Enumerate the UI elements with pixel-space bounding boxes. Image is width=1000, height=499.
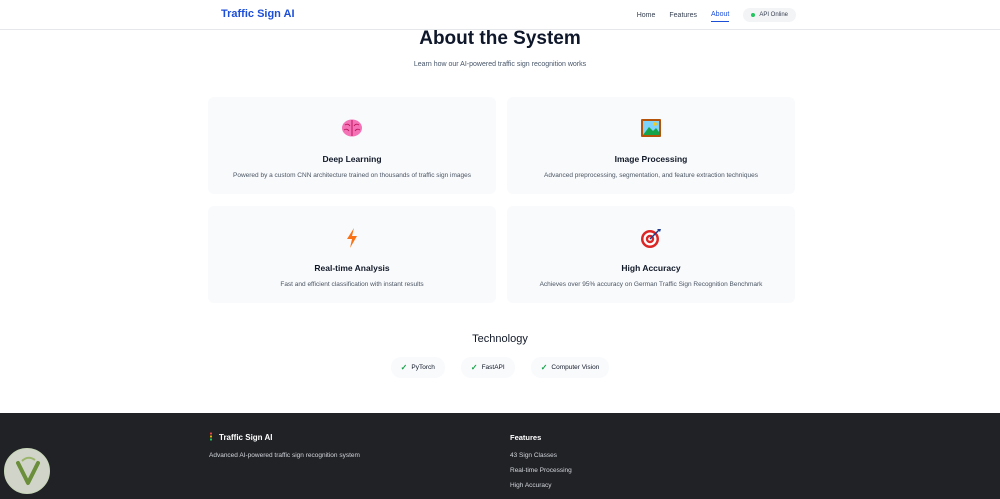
- footer-features-list: 43 Sign Classes Real-time Processing Hig…: [510, 452, 572, 497]
- brain-icon: [208, 118, 496, 140]
- lightning-icon: [208, 227, 496, 249]
- nav-home[interactable]: Home: [637, 9, 656, 22]
- target-icon: [507, 227, 795, 249]
- tech-badge-label: FastAPI: [481, 364, 505, 371]
- technology-badges: ✓ PyTorch ✓ FastAPI ✓ Computer Vision: [0, 357, 1000, 378]
- tech-badge-computer-vision: ✓ Computer Vision: [530, 357, 610, 378]
- feature-card-high-accuracy: High Accuracy Achieves over 95% accuracy…: [507, 206, 795, 303]
- card-description: Achieves over 95% accuracy on German Tra…: [539, 281, 763, 288]
- status-dot-icon: [751, 13, 756, 17]
- feature-card-image-processing: Image Processing Advanced preprocessing,…: [507, 97, 795, 194]
- feature-card-deep-learning: Deep Learning Powered by a custom CNN ar…: [208, 97, 496, 194]
- check-icon: ✓: [540, 363, 548, 372]
- nav-menu: Home Features About API Online: [623, 5, 796, 25]
- top-navbar: Traffic Sign AI Home Features About API …: [0, 0, 1000, 30]
- api-status-badge: API Online: [743, 8, 796, 22]
- traffic-light-icon: [209, 432, 213, 443]
- card-title: Deep Learning: [322, 154, 382, 164]
- nav-about[interactable]: About: [711, 8, 730, 22]
- feature-card-realtime-analysis: Real-time Analysis Fast and efficient cl…: [208, 206, 496, 303]
- tech-badge-label: Computer Vision: [551, 364, 600, 371]
- card-description: Fast and efficient classification with i…: [280, 281, 424, 288]
- picture-icon: [507, 118, 795, 140]
- footer-feature-item[interactable]: High Accuracy: [510, 482, 572, 497]
- api-status-label: API Online: [759, 12, 788, 18]
- nav-features[interactable]: Features: [669, 9, 697, 22]
- footer-description: Advanced AI-powered traffic sign recogni…: [209, 452, 360, 459]
- card-title: High Accuracy: [621, 263, 681, 273]
- card-title: Real-time Analysis: [314, 263, 390, 273]
- card-title: Image Processing: [614, 154, 688, 164]
- technology-heading: Technology: [472, 333, 528, 345]
- tech-badge-fastapi: ✓ FastAPI: [460, 357, 515, 378]
- tech-badge-pytorch: ✓ PyTorch: [390, 357, 445, 378]
- footer-brand-label: Traffic Sign AI: [219, 433, 273, 442]
- check-icon: ✓: [400, 363, 408, 372]
- page-title: About the System: [419, 28, 581, 49]
- page-subtitle: Learn how our AI-powered traffic sign re…: [413, 61, 587, 68]
- brand-logo[interactable]: Traffic Sign AI: [221, 8, 295, 20]
- watermark-logo: [4, 448, 50, 494]
- footer-feature-item[interactable]: Real-time Processing: [510, 467, 572, 482]
- check-icon: ✓: [470, 363, 478, 372]
- card-description: Powered by a custom CNN architecture tra…: [233, 172, 471, 179]
- footer-features-heading: Features: [510, 433, 542, 442]
- card-description: Advanced preprocessing, segmentation, an…: [544, 172, 758, 179]
- footer-feature-item[interactable]: 43 Sign Classes: [510, 452, 572, 467]
- footer-brand: Traffic Sign AI: [209, 432, 273, 443]
- tech-badge-label: PyTorch: [411, 364, 435, 371]
- footer: Traffic Sign AI Advanced AI-powered traf…: [0, 413, 1000, 499]
